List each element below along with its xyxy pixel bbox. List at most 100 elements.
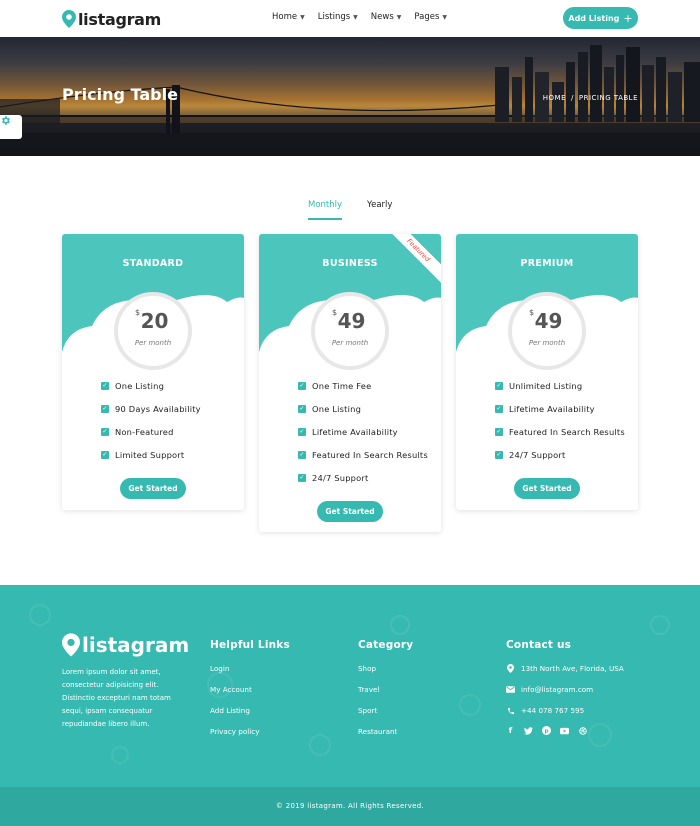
check-icon: ✓ [495,382,503,390]
feature-item: ✓ Unlimited Listing [495,381,625,404]
settings-tab[interactable] [0,115,22,139]
plan-name: PREMIUM [520,258,574,269]
feature-text: Featured In Search Results [509,427,625,437]
get-started-button[interactable]: Get Started [120,478,186,499]
tab-monthly[interactable]: Monthly [308,200,343,220]
footer-category-restaurant[interactable]: Restaurant [358,727,397,748]
footer-link-login[interactable]: Login [210,664,259,685]
plan-name: STANDARD [122,258,184,269]
chevron-down-icon: ▼ [396,13,402,21]
price-circle: $ 49 Per month [508,292,586,370]
get-started-button[interactable]: Get Started [317,501,383,522]
price-amount: 20 [140,309,169,333]
pricing-card-premium: PREMIUM $ 49 Per month ✓ Unlimited Listin… [456,234,638,510]
helpful-links-title: Helpful Links [210,639,290,651]
pinterest-icon[interactable]: p [542,726,551,735]
pricing-card-standard: STANDARD $ 20 Per month ✓ One Listing ✓ 90… [62,234,244,510]
dribbble-icon[interactable] [578,726,587,735]
feature-text: 90 Days Availability [115,404,201,414]
feature-list: ✓ Unlimited Listing ✓ Lifetime Availabilit… [495,381,625,473]
feature-list: ✓ One Time Fee ✓ One Listing ✓ Lifetime Ava… [298,381,428,496]
breadcrumb: HOME / PRICING TABLE [543,94,638,102]
feature-text: One Listing [115,381,165,391]
check-icon: ✓ [495,405,503,413]
price-period: Per month [528,339,566,347]
nav-label: Pages [414,12,440,22]
footer-category-travel[interactable]: Travel [358,685,397,706]
feature-item: ✓ 24/7 Support [298,473,428,496]
nav-label: Home [272,12,298,22]
footer-link-privacy[interactable]: Privacy policy [210,727,259,748]
feature-text: 24/7 Support [509,450,566,460]
copyright-text: © 2019 listagram. All Rights Reserved. [275,802,425,810]
footer-category-shop[interactable]: Shop [358,664,397,685]
feature-text: Non-Featured [115,427,174,437]
main-nav: Home ▼ Listings ▼ News ▼ Pages ▼ [272,12,460,22]
feature-text: One Listing [312,404,362,414]
helpful-links-list: Login My Account Add Listing Privacy pol… [210,664,259,748]
chevron-down-icon: ▼ [300,13,305,21]
nav-item-pages[interactable]: Pages ▼ [414,12,447,22]
feature-item: ✓ Limited Support [101,450,201,473]
breadcrumb-separator: / [571,94,574,102]
nav-item-news[interactable]: News ▼ [371,12,402,22]
contact-phone[interactable]: +44 078 767 595 [506,706,584,715]
chevron-down-icon: ▼ [353,13,358,21]
youtube-icon[interactable] [560,726,569,735]
phone-icon [506,706,515,715]
contact-title: Contact us [506,639,572,651]
footer-category-sport[interactable]: Sport [358,706,397,727]
add-listing-label: Add Listing [568,13,620,23]
social-links: f p [506,726,587,735]
facebook-icon[interactable]: f [506,726,515,735]
footer-logo[interactable]: listagram [62,633,189,657]
breadcrumb-current: PRICING TABLE [578,94,638,102]
contact-email[interactable]: info@listagram.com [506,685,593,694]
svg-text:p: p [544,728,548,734]
feature-item: ✓ Lifetime Availability [298,427,428,450]
feature-item: ✓ 24/7 Support [495,450,625,473]
breadcrumb-home[interactable]: HOME [543,94,566,102]
check-icon: ✓ [298,382,306,390]
nav-label: News [370,12,394,22]
feature-text: Lifetime Availability [312,427,398,437]
pricing-card-business: Featured BUSINESS $ 49 Per month ✓ One Ti… [259,234,441,532]
feature-text: Lifetime Availability [509,404,595,414]
check-icon: ✓ [101,428,109,436]
address-text: 13th North Ave, Florida, USA [521,664,624,673]
tab-yearly[interactable]: Yearly [367,200,392,220]
check-icon: ✓ [101,382,109,390]
phone-text: +44 078 767 595 [521,706,585,715]
check-icon: ✓ [101,451,109,459]
footer-logo-text: listagram [82,633,190,657]
page-title: Pricing Table [62,85,178,104]
feature-item: ✓ Featured In Search Results [495,427,625,450]
get-started-button[interactable]: Get Started [514,478,580,499]
logo-text: listagram [78,9,162,29]
check-icon: ✓ [298,474,306,482]
footer-link-my-account[interactable]: My Account [210,685,259,706]
check-icon: ✓ [495,428,503,436]
price-period: Per month [134,339,172,347]
feature-item: ✓ One Time Fee [298,381,428,404]
feature-list: ✓ One Listing ✓ 90 Days Availability ✓ Non-… [101,381,201,473]
map-pin-icon [62,10,76,28]
feature-item: ✓ 90 Days Availability [101,404,201,427]
copyright-bar: © 2019 listagram. All Rights Reserved. [0,787,700,826]
twitter-icon[interactable] [524,726,533,735]
add-listing-button[interactable]: Add Listing + [563,7,638,29]
page-hero: Pricing Table HOME / PRICING TABLE [0,37,700,156]
map-pin-icon [62,633,80,657]
category-list: Shop Travel Sport Restaurant [358,664,397,748]
gear-icon [2,116,10,125]
check-icon: ✓ [298,405,306,413]
site-footer: listagram Lorem ipsum dolor sit amet, co… [0,585,700,787]
feature-text: Featured In Search Results [312,450,428,460]
site-logo[interactable]: listagram [62,8,161,30]
feature-item: ✓ One Listing [101,381,201,404]
nav-item-listings[interactable]: Listings ▼ [318,12,358,22]
price-amount: 49 [337,309,366,333]
check-icon: ✓ [298,428,306,436]
footer-link-add-listing[interactable]: Add Listing [210,706,259,727]
nav-item-home[interactable]: Home ▼ [272,12,305,22]
